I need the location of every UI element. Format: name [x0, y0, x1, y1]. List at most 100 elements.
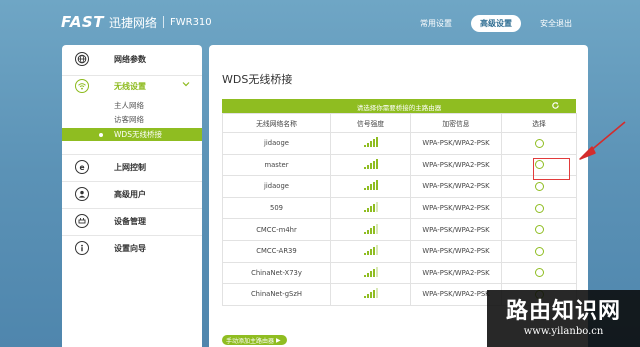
table-row[interactable]: ChinaNet-X73y WPA-PSK/WPA2-PSK — [222, 261, 577, 285]
user-icon — [75, 187, 89, 201]
column-header-ssid: 无线网络名称 — [222, 113, 331, 133]
sidebar-item-setup-wizard[interactable]: 设置向导 — [62, 238, 202, 258]
security-cell: WPA-PSK/WPA2-PSK — [410, 196, 502, 220]
sidebar-subitem-host-network[interactable]: 主人网络 — [62, 99, 202, 112]
select-radio[interactable] — [534, 268, 544, 278]
divider — [62, 235, 202, 236]
add-router-manually-button[interactable]: 手动添加主路由器 ▶ — [222, 335, 287, 345]
signal-cell — [330, 196, 411, 220]
sidebar-item-network[interactable]: 网络参数 — [62, 49, 202, 69]
signal-cell — [330, 132, 411, 155]
select-cell — [501, 132, 577, 155]
sidebar-item-label: 网络参数 — [114, 54, 146, 64]
sidebar-item-label: 上网控制 — [114, 162, 146, 172]
select-radio[interactable] — [534, 203, 544, 213]
ssid-cell: jidaoge — [222, 175, 331, 198]
signal-cell — [330, 153, 411, 177]
model-name: FWR310 — [169, 16, 212, 28]
sidebar-item-label: 设备管理 — [114, 216, 146, 226]
watermark-url: www.yilanbo.cn — [523, 326, 604, 337]
signal-cell — [330, 261, 411, 285]
nav-common-settings[interactable]: 常用设置 — [414, 15, 458, 32]
table-row[interactable]: CMCC-m4hr WPA-PSK/WPA2-PSK — [222, 218, 577, 241]
select-cell — [501, 196, 577, 220]
ssid-cell: jidaoge — [222, 132, 331, 155]
add-router-label: 手动添加主路由器 — [226, 337, 275, 345]
column-header-security: 加密信息 — [410, 113, 502, 133]
ssid-cell: master — [222, 153, 331, 177]
table-header-bar: 请选择你需要桥接的主路由器 — [222, 99, 576, 113]
sidebar-subitem-label: 主人网络 — [114, 101, 144, 110]
table-row[interactable]: CMCC-AR39 WPA-PSK/WPA2-PSK — [222, 239, 577, 263]
sidebar-subitem-label: WDS无线桥接 — [114, 130, 162, 139]
signal-strength-icon — [363, 202, 378, 213]
top-nav: 常用设置 高级设置 安全退出 — [401, 15, 578, 32]
security-cell: WPA-PSK/WPA2-PSK — [410, 175, 502, 198]
sidebar-subitem-wds[interactable]: WDS无线桥接 — [62, 128, 202, 141]
signal-strength-icon — [363, 266, 378, 277]
sidebar-item-label: 设置向导 — [114, 243, 146, 253]
refresh-icon[interactable] — [551, 101, 560, 112]
security-cell: WPA-PSK/WPA2-PSK — [410, 218, 502, 241]
signal-strength-icon — [363, 137, 378, 148]
internet-control-icon: e — [75, 160, 89, 174]
table-row[interactable]: 509 WPA-PSK/WPA2-PSK — [222, 196, 577, 220]
active-dot-icon — [99, 133, 103, 137]
signal-strength-icon — [363, 158, 378, 169]
signal-strength-icon — [363, 245, 378, 256]
select-cell — [501, 218, 577, 241]
table-row[interactable]: jidaoge WPA-PSK/WPA2-PSK — [222, 132, 577, 155]
table-row[interactable]: jidaoge WPA-PSK/WPA2-PSK — [222, 175, 577, 198]
sidebar-item-label: 无线设置 — [114, 81, 146, 91]
chevron-down-icon[interactable] — [182, 80, 190, 91]
brand-logo: FAST 迅捷网络 FWR310 — [61, 13, 212, 31]
wds-table: 请选择你需要桥接的主路由器 无线网络名称 信号强度 加密信息 选择 jidaog… — [222, 99, 577, 306]
logo-brand-text: FAST — [61, 13, 104, 31]
watermark-title: 路由知识网 — [505, 298, 621, 324]
sidebar-subitem-label: 访客网络 — [114, 115, 144, 124]
select-radio[interactable] — [534, 138, 544, 148]
wifi-icon — [75, 79, 89, 93]
info-icon — [75, 241, 89, 255]
table-header-row: 无线网络名称 信号强度 加密信息 选择 — [222, 113, 577, 133]
sidebar-item-device-management[interactable]: 设备管理 — [62, 211, 202, 231]
table-header-text: 请选择你需要桥接的主路由器 — [356, 104, 442, 112]
divider — [62, 181, 202, 182]
sidebar-subitem-guest-network[interactable]: 访客网络 — [62, 113, 202, 126]
chevron-right-icon: ▶ — [276, 336, 281, 344]
sidebar-item-advanced-user[interactable]: 高级用户 — [62, 184, 202, 204]
sidebar-item-wireless[interactable]: 无线设置 — [62, 76, 202, 96]
column-header-signal: 信号强度 — [330, 113, 411, 133]
sidebar-item-label: 高级用户 — [114, 189, 146, 199]
security-cell: WPA-PSK/WPA2-PSK — [410, 239, 502, 263]
ssid-cell: ChinaNet-gSzH — [222, 283, 331, 306]
security-cell: WPA-PSK/WPA2-PSK — [410, 261, 502, 285]
signal-cell — [330, 175, 411, 198]
ssid-cell: 509 — [222, 196, 331, 220]
security-cell: WPA-PSK/WPA2-PSK — [410, 132, 502, 155]
select-radio[interactable] — [534, 225, 544, 235]
security-cell: WPA-PSK/WPA2-PSK — [410, 153, 502, 177]
ssid-cell: ChinaNet-X73y — [222, 261, 331, 285]
logo-cn-text: 迅捷网络 — [108, 15, 157, 30]
signal-strength-icon — [363, 180, 378, 191]
divider — [62, 208, 202, 209]
column-header-select: 选择 — [501, 113, 577, 133]
ssid-cell: CMCC-m4hr — [222, 218, 331, 241]
signal-strength-icon — [363, 223, 378, 234]
sidebar-item-internet-control[interactable]: e 上网控制 — [62, 157, 202, 177]
select-radio[interactable] — [534, 181, 544, 191]
nav-logout[interactable]: 安全退出 — [534, 15, 578, 32]
ssid-cell: CMCC-AR39 — [222, 239, 331, 263]
signal-cell — [330, 239, 411, 263]
globe-icon — [75, 52, 89, 66]
device-icon — [75, 214, 89, 228]
nav-advanced-settings[interactable]: 高级设置 — [471, 15, 521, 32]
logo-divider — [162, 16, 164, 28]
divider — [62, 154, 202, 155]
page-title: WDS无线桥接 — [222, 73, 293, 86]
table-row[interactable]: master WPA-PSK/WPA2-PSK — [222, 153, 577, 177]
svg-text:e: e — [79, 163, 84, 172]
select-radio[interactable] — [534, 246, 544, 256]
signal-cell — [330, 283, 411, 306]
